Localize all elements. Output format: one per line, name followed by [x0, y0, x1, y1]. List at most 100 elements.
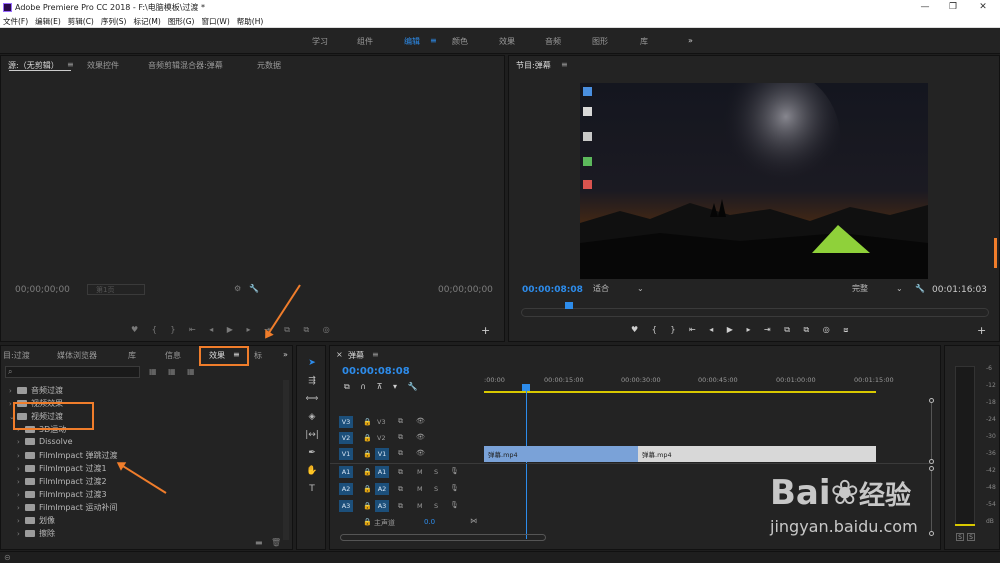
tab-markers[interactable]: 标: [254, 350, 262, 361]
track-label-a1[interactable]: A1: [375, 466, 389, 478]
eye-icon[interactable]: 👁: [416, 433, 425, 441]
accelerated-effects-icon[interactable]: ▦: [149, 367, 157, 376]
master-volume-value[interactable]: 0.0: [424, 518, 435, 526]
timeline-playhead-handle[interactable]: [522, 384, 530, 391]
timeline-close-icon[interactable]: ×: [336, 350, 343, 359]
lock-icon[interactable]: 🔒: [363, 418, 372, 426]
audio-zoom-handle-bottom[interactable]: [929, 531, 934, 536]
workspace-more-icon[interactable]: »: [688, 36, 693, 45]
workspace-tab-assembly[interactable]: 组件: [357, 36, 373, 47]
menu-graphics[interactable]: 图形(G): [165, 15, 199, 27]
minimize-icon[interactable]: —: [910, 0, 940, 15]
delete-icon[interactable]: 🗑: [271, 538, 281, 547]
track-target-v2[interactable]: V2: [339, 432, 353, 444]
timeline-timecode[interactable]: 00:00:08:08: [342, 366, 410, 377]
tab-timeline-sequence[interactable]: 弹幕: [348, 350, 364, 361]
sync-lock-icon[interactable]: ⧉: [398, 468, 403, 477]
timeline-menu-icon[interactable]: ≡: [372, 350, 379, 359]
tree-item-dissolve[interactable]: › Dissolve: [17, 437, 73, 446]
workspace-tab-audio[interactable]: 音频: [545, 36, 561, 47]
solo-button[interactable]: S: [434, 468, 438, 476]
workspace-tab-libraries[interactable]: 库: [640, 36, 648, 47]
source-panel-menu-icon[interactable]: ≡: [67, 60, 74, 69]
effects-search-input[interactable]: ⌕: [5, 366, 140, 378]
sync-lock-icon[interactable]: ⧉: [398, 433, 403, 442]
new-bin-icon[interactable]: ▬: [255, 538, 263, 547]
program-quality-select[interactable]: 完整 ⌄: [852, 283, 904, 294]
menu-edit[interactable]: 编辑(E): [32, 15, 65, 27]
menu-clip[interactable]: 剪辑(C): [65, 15, 98, 27]
program-wrench-icon[interactable]: 🔧: [915, 284, 925, 293]
timeline-clip-1[interactable]: 弹幕.mp4: [484, 446, 638, 462]
lock-icon[interactable]: 🔒: [363, 502, 372, 510]
tree-item-filmimpact-motion[interactable]: › FilmImpact 运动补间: [17, 502, 117, 513]
yuv-effects-icon[interactable]: ▦: [187, 367, 195, 376]
type-tool-icon[interactable]: T: [304, 484, 320, 498]
program-transport-controls[interactable]: ♥ { } ⇤ ◂ ▶ ▸ ⇥ ⧉ ⧉ ◎ ⧈: [631, 325, 848, 335]
tab-effect-controls[interactable]: 效果控件: [87, 60, 119, 71]
microphone-icon[interactable]: 🎙: [450, 484, 459, 492]
ripple-edit-tool-icon[interactable]: ⟺: [304, 394, 320, 408]
mute-button[interactable]: M: [417, 485, 423, 493]
sync-lock-icon[interactable]: ⧉: [398, 417, 403, 426]
track-label-a3[interactable]: A3: [375, 500, 389, 512]
lock-icon[interactable]: 🔒: [363, 518, 372, 526]
track-target-a1[interactable]: A1: [339, 466, 353, 478]
master-end-icon[interactable]: ⋈: [470, 517, 477, 525]
lock-icon[interactable]: 🔒: [363, 450, 372, 458]
source-add-button[interactable]: +: [481, 324, 490, 337]
program-fit-select[interactable]: 适合 ⌄: [593, 283, 645, 294]
tree-item-wipe[interactable]: › 擦除: [17, 528, 55, 538]
vertical-zoom-handle-bottom[interactable]: [929, 459, 934, 464]
tree-item-iris[interactable]: › 划像: [17, 515, 55, 526]
sync-lock-icon[interactable]: ⧉: [398, 449, 403, 458]
source-wrench-icon[interactable]: 🔧: [249, 284, 259, 293]
microphone-icon[interactable]: 🎙: [450, 501, 459, 509]
sync-lock-icon[interactable]: ⧉: [398, 485, 403, 494]
track-target-v3[interactable]: V3: [339, 416, 353, 428]
tab-metadata[interactable]: 元数据: [257, 60, 281, 71]
lock-icon[interactable]: 🔒: [363, 485, 372, 493]
mute-button[interactable]: M: [417, 468, 423, 476]
tree-item-audio-transitions[interactable]: › 音频过渡: [9, 385, 63, 396]
tree-item-filmimpact-3[interactable]: › FilmImpact 过渡3: [17, 489, 107, 500]
tree-item-filmimpact-bounce[interactable]: › FilmImpact 弹跳过渡: [17, 450, 117, 461]
microphone-icon[interactable]: 🎙: [450, 467, 459, 475]
program-scrub-bar[interactable]: [521, 308, 989, 317]
track-target-a2[interactable]: A2: [339, 483, 353, 495]
32bit-effects-icon[interactable]: ▦: [168, 367, 176, 376]
workspace-tab-learn[interactable]: 学习: [312, 36, 328, 47]
workspace-tab-effects[interactable]: 效果: [499, 36, 515, 47]
solo-button[interactable]: S: [434, 502, 438, 510]
razor-tool-icon[interactable]: ◈: [304, 412, 320, 426]
meter-solo-right[interactable]: S: [967, 533, 975, 541]
menu-sequence[interactable]: 序列(S): [98, 15, 131, 27]
lock-icon[interactable]: 🔒: [363, 468, 372, 476]
tab-info[interactable]: 信息: [165, 350, 181, 361]
sync-lock-icon[interactable]: ⧉: [398, 502, 403, 511]
program-playhead[interactable]: [565, 302, 573, 309]
workspace-tab-editing[interactable]: 编辑: [404, 36, 420, 47]
workspace-menu-icon[interactable]: ≡: [430, 36, 437, 45]
eye-icon[interactable]: 👁: [416, 449, 425, 457]
track-target-v1[interactable]: V1: [339, 448, 353, 460]
eye-icon[interactable]: 👁: [416, 417, 425, 425]
track-target-a3[interactable]: A3: [339, 500, 353, 512]
effects-scrollbar[interactable]: [283, 380, 289, 540]
tab-project-transitions[interactable]: 目:过渡: [3, 350, 30, 361]
horizontal-zoom-scrollbar[interactable]: [340, 534, 546, 541]
source-page-select[interactable]: 第1页: [87, 284, 145, 295]
slip-tool-icon[interactable]: |↔|: [304, 430, 320, 444]
track-label-a2[interactable]: A2: [375, 483, 389, 495]
menu-file[interactable]: 文件(F): [0, 15, 32, 27]
tab-libraries[interactable]: 库: [128, 350, 136, 361]
close-icon[interactable]: ✕: [968, 0, 998, 15]
tab-media-browser[interactable]: 媒体浏览器: [57, 350, 97, 361]
tab-audio-clip-mixer[interactable]: 音频剪辑混合器:弹幕: [148, 60, 223, 71]
selection-tool-icon[interactable]: ➤: [304, 358, 320, 372]
timeline-clip-2[interactable]: 弹幕.mp4: [638, 446, 876, 462]
timeline-options-icons[interactable]: ⧉ ∩ ⊼ ▾ 🔧: [344, 382, 418, 392]
pen-tool-icon[interactable]: ✒: [304, 448, 320, 462]
tab-program[interactable]: 节目:弹幕: [516, 60, 551, 71]
menu-marker[interactable]: 标记(M): [130, 15, 164, 27]
